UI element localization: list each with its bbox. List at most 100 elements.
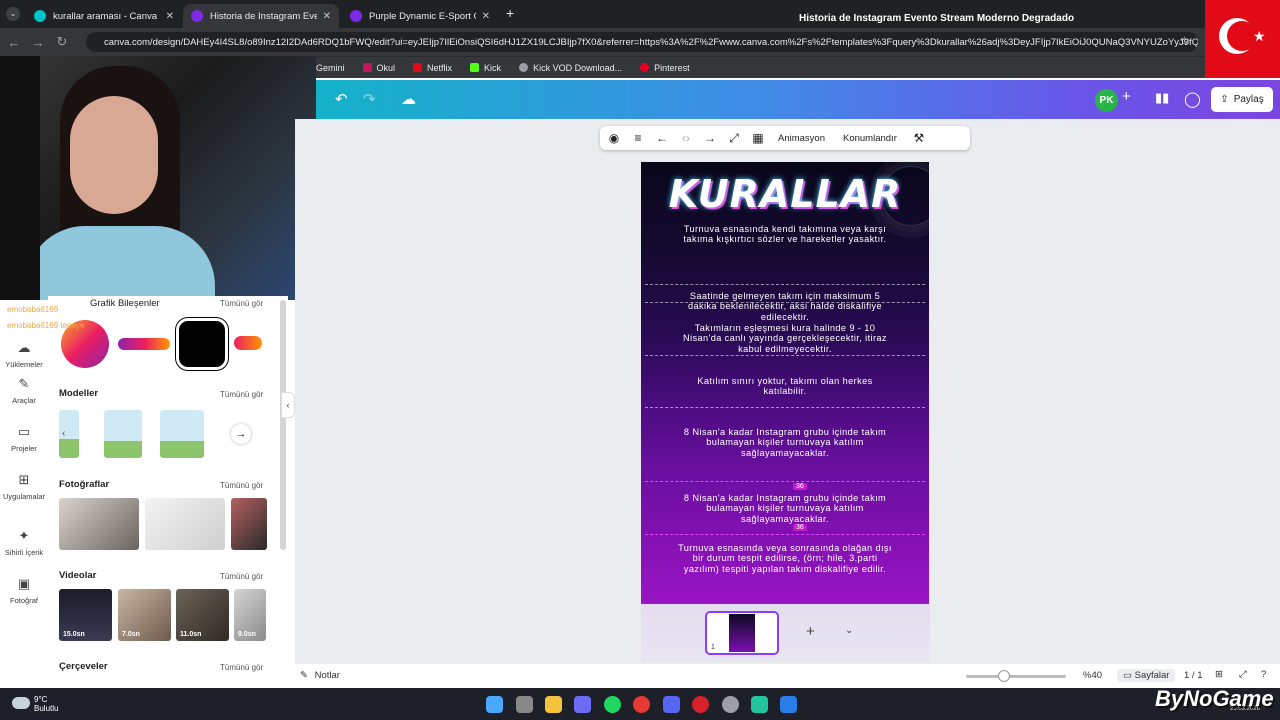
divider-line[interactable]	[645, 284, 925, 285]
model-thumb[interactable]	[160, 410, 204, 458]
design-page[interactable]: KURALLAR Turnuva esnasında kendi takımın…	[641, 162, 929, 604]
line-end-icon[interactable]: →	[698, 131, 722, 145]
help-icon[interactable]: ?	[1261, 669, 1266, 680]
page-thumbnail[interactable]: 1	[705, 611, 779, 655]
see-all-link[interactable]: Tümünü gör	[220, 572, 263, 581]
photo-thumb[interactable]	[59, 498, 139, 550]
line-style-icon[interactable]: ◉	[602, 131, 626, 145]
bookmark-netflix[interactable]: Netflix	[413, 63, 452, 73]
animate-button[interactable]: Animasyon	[778, 133, 825, 144]
close-icon[interactable]: ✕	[482, 11, 490, 22]
url-field[interactable]: canva.com/design/DAHEy4I4SL8/o89Inz12I2D…	[86, 32, 1198, 52]
collapse-panel-button[interactable]: ‹	[281, 392, 295, 418]
tiktok-logo-element[interactable]	[176, 318, 228, 370]
photo-thumb[interactable]	[145, 498, 225, 550]
zoom-slider-handle[interactable]	[998, 670, 1010, 682]
rule-text[interactable]: 8 Nisan'a kadar Instagram grubu içinde t…	[641, 493, 929, 524]
spotify-icon[interactable]	[604, 696, 621, 713]
avatar[interactable]: PK	[1095, 89, 1118, 112]
instagram-bar-element[interactable]	[118, 338, 170, 350]
rule-text[interactable]: Takımların eşleşmesi kura halinde 9 - 10…	[641, 323, 929, 354]
see-all-link[interactable]: Tümünü gör	[220, 390, 263, 399]
divider-line[interactable]	[645, 407, 925, 408]
new-tab-button[interactable]: +	[506, 5, 514, 21]
rule-text[interactable]: Saatinde gelmeyen takım için maksimum 5 …	[641, 291, 929, 322]
video-thumb[interactable]: 7.0sn	[118, 589, 171, 641]
zoom-level[interactable]: %40	[1083, 670, 1102, 681]
design-title[interactable]: KURALLAR	[641, 172, 929, 216]
copilot-icon[interactable]	[574, 696, 591, 713]
task-view-icon[interactable]	[516, 696, 533, 713]
share-button[interactable]: ⇪ Paylaş	[1211, 87, 1273, 112]
see-all-link[interactable]: Tümünü gör	[220, 481, 263, 490]
add-collaborator-icon[interactable]: +	[1122, 88, 1131, 105]
copy-style-icon[interactable]: ⚒	[907, 131, 931, 145]
reload-icon[interactable]: ↻	[50, 34, 74, 50]
cloud-saved-icon[interactable]: ☁	[401, 90, 416, 108]
discord-icon[interactable]	[663, 696, 680, 713]
rail-projects[interactable]: ▭ Projeler	[0, 424, 48, 453]
rail-apps[interactable]: ⊞ Uygulamalar	[0, 472, 48, 501]
bookmark-kick[interactable]: Kick	[470, 63, 501, 73]
analytics-icon[interactable]: ▮▮	[1155, 90, 1169, 106]
chevron-down-icon[interactable]: ⌄	[845, 625, 853, 636]
undo-icon[interactable]: ↶	[335, 90, 348, 108]
divider-line[interactable]	[645, 481, 925, 482]
rail-photo[interactable]: ▣ Fotoğraf	[0, 576, 48, 605]
browser-icon[interactable]	[722, 696, 739, 713]
zoom-slider-track[interactable]	[966, 675, 1066, 678]
opera-icon[interactable]	[692, 696, 709, 713]
rule-text[interactable]: Katılım sınırı yoktur, takımı olan herke…	[641, 376, 929, 397]
back-icon[interactable]: ←	[2, 35, 26, 50]
rule-text[interactable]: Turnuva esnasında veya sonrasında olağan…	[641, 543, 929, 574]
document-title[interactable]: Historia de Instagram Evento Stream Mode…	[799, 13, 1074, 24]
panel-scrollbar[interactable]	[280, 300, 286, 550]
position-button[interactable]: Konumlandır	[843, 133, 897, 144]
rail-magic[interactable]: ✦ Sihirli İçerik	[0, 528, 48, 557]
tab-historia[interactable]: Historia de Instagram Evento St... ✕	[183, 4, 339, 28]
bookmark-okul[interactable]: Okul	[362, 63, 395, 73]
tab-purple-dynamic[interactable]: Purple Dynamic E-Sport Game... ✕	[342, 4, 498, 28]
app-icon[interactable]	[780, 696, 797, 713]
tab-canva-search[interactable]: kurallar araması - Canva ✕	[26, 4, 182, 28]
see-all-link[interactable]: Tümünü gör	[220, 663, 263, 672]
app-icon[interactable]	[751, 696, 768, 713]
rule-text[interactable]: Turnuva esnasında kendi takımına veya ka…	[641, 224, 929, 245]
instagram-button-element[interactable]	[234, 336, 262, 350]
line-start-icon[interactable]: ←	[650, 131, 674, 145]
rail-uploads[interactable]: ☁ Yüklemeler	[0, 340, 48, 369]
transparency-icon[interactable]: ▦	[746, 131, 770, 145]
close-icon[interactable]: ✕	[323, 11, 331, 22]
close-icon[interactable]: ✕	[166, 11, 174, 22]
see-all-link[interactable]: Tümünü gör	[220, 299, 263, 308]
rule-text[interactable]: 8 Nisan'a kadar Instagram grubu içinde t…	[641, 427, 929, 458]
resize-icon[interactable]: ⤢	[722, 131, 746, 146]
line-weight-icon[interactable]: ≡	[626, 131, 650, 145]
video-thumb[interactable]: 11.0sn	[176, 589, 229, 641]
add-page-button[interactable]: +	[806, 623, 815, 640]
bookmark-star-icon[interactable]: ☆	[1179, 34, 1190, 48]
bookmark-kick-vod[interactable]: Kick VOD Download...	[519, 63, 622, 73]
comment-icon[interactable]: ◯	[1184, 90, 1201, 108]
redo-icon[interactable]: ↷	[363, 90, 376, 108]
line-type-icon[interactable]: ‹›	[674, 131, 698, 145]
tab-search-icon[interactable]: ⌄	[6, 7, 20, 21]
chevron-right-icon[interactable]: →	[231, 424, 251, 444]
rail-tools[interactable]: ✎ Araçlar	[0, 376, 48, 405]
model-thumb[interactable]	[104, 410, 142, 458]
photo-thumb[interactable]	[231, 498, 267, 550]
divider-line[interactable]	[645, 355, 925, 356]
divider-line[interactable]	[645, 534, 925, 535]
file-explorer-icon[interactable]	[545, 696, 562, 713]
chrome-icon[interactable]	[633, 696, 650, 713]
forward-icon[interactable]: →	[26, 35, 50, 50]
bookmark-gemini[interactable]: Gemini	[316, 63, 345, 73]
video-thumb[interactable]: 9.0sn	[234, 589, 266, 641]
chevron-left-icon[interactable]: ‹	[62, 428, 65, 439]
grid-view-icon[interactable]: ⊞	[1215, 669, 1223, 680]
fullscreen-icon[interactable]: ⤢	[1239, 669, 1247, 680]
pages-button[interactable]: ▭ Sayfalar	[1117, 669, 1176, 682]
bookmark-pinterest[interactable]: Pinterest	[640, 63, 690, 73]
windows-start-icon[interactable]	[486, 696, 503, 713]
video-thumb[interactable]: 15.0sn	[59, 589, 112, 641]
